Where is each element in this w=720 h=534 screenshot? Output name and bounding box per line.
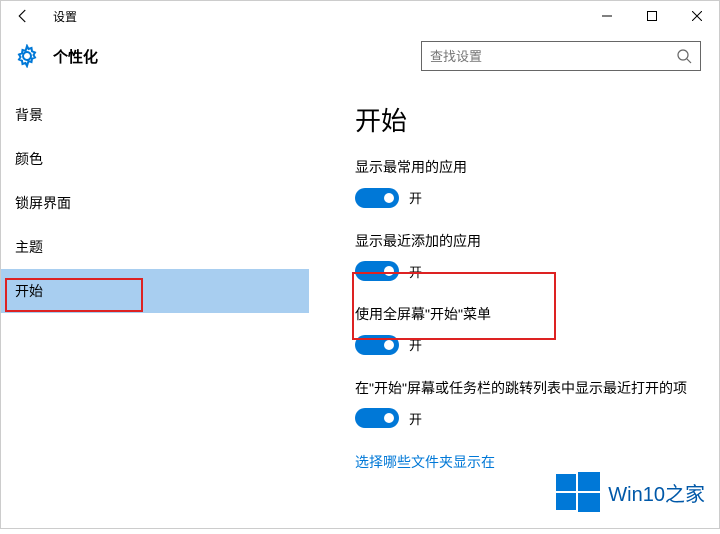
toggle-state: 开 [409, 409, 422, 428]
search-input[interactable] [430, 49, 676, 64]
setting-label: 使用全屏幕"开始"菜单 [355, 305, 689, 325]
toggle-state: 开 [409, 188, 422, 207]
setting-most-used-apps: 显示最常用的应用 开 [355, 158, 689, 208]
main-panel: 开始 显示最常用的应用 开 显示最近添加的应用 开 使用全屏幕"开始"菜单 开 [309, 85, 719, 534]
close-button[interactable] [674, 1, 719, 31]
gear-icon [15, 44, 39, 68]
setting-label: 在"开始"屏幕或任务栏的跳转列表中显示最近打开的项 [355, 379, 689, 399]
search-box[interactable] [421, 41, 701, 71]
setting-label: 显示最近添加的应用 [355, 232, 689, 252]
sidebar-item-label: 颜色 [15, 149, 43, 169]
main-heading: 开始 [355, 101, 689, 138]
toggle-recently-added[interactable] [355, 261, 399, 281]
toggle-fullscreen-start[interactable] [355, 335, 399, 355]
page-title: 个性化 [53, 46, 98, 67]
sidebar-item-label: 背景 [15, 105, 43, 125]
sidebar-item-start[interactable]: 开始 [1, 269, 309, 313]
sidebar-item-themes[interactable]: 主题 [1, 225, 309, 269]
sidebar-item-label: 主题 [15, 237, 43, 257]
search-icon [676, 48, 692, 64]
maximize-button[interactable] [629, 1, 674, 31]
watermark-text: Win10之家 [608, 478, 705, 507]
sidebar-item-label: 锁屏界面 [15, 193, 71, 213]
windows-logo-icon [556, 470, 600, 514]
toggle-state: 开 [409, 335, 422, 354]
sidebar-item-label: 开始 [15, 281, 43, 301]
window-title: 设置 [53, 8, 77, 25]
back-button[interactable] [11, 4, 35, 28]
sidebar-item-background[interactable]: 背景 [1, 93, 309, 137]
sidebar-item-lockscreen[interactable]: 锁屏界面 [1, 181, 309, 225]
setting-fullscreen-start: 使用全屏幕"开始"菜单 开 [355, 305, 689, 355]
toggle-jumplists[interactable] [355, 408, 399, 428]
sidebar-item-colors[interactable]: 颜色 [1, 137, 309, 181]
setting-recently-added: 显示最近添加的应用 开 [355, 232, 689, 282]
watermark: Win10之家 [556, 470, 705, 514]
toggle-state: 开 [409, 262, 422, 281]
setting-jumplists: 在"开始"屏幕或任务栏的跳转列表中显示最近打开的项 开 [355, 379, 689, 429]
sidebar: 背景 颜色 锁屏界面 主题 开始 [1, 85, 309, 534]
minimize-button[interactable] [584, 1, 629, 31]
toggle-most-used-apps[interactable] [355, 188, 399, 208]
setting-label: 显示最常用的应用 [355, 158, 689, 178]
